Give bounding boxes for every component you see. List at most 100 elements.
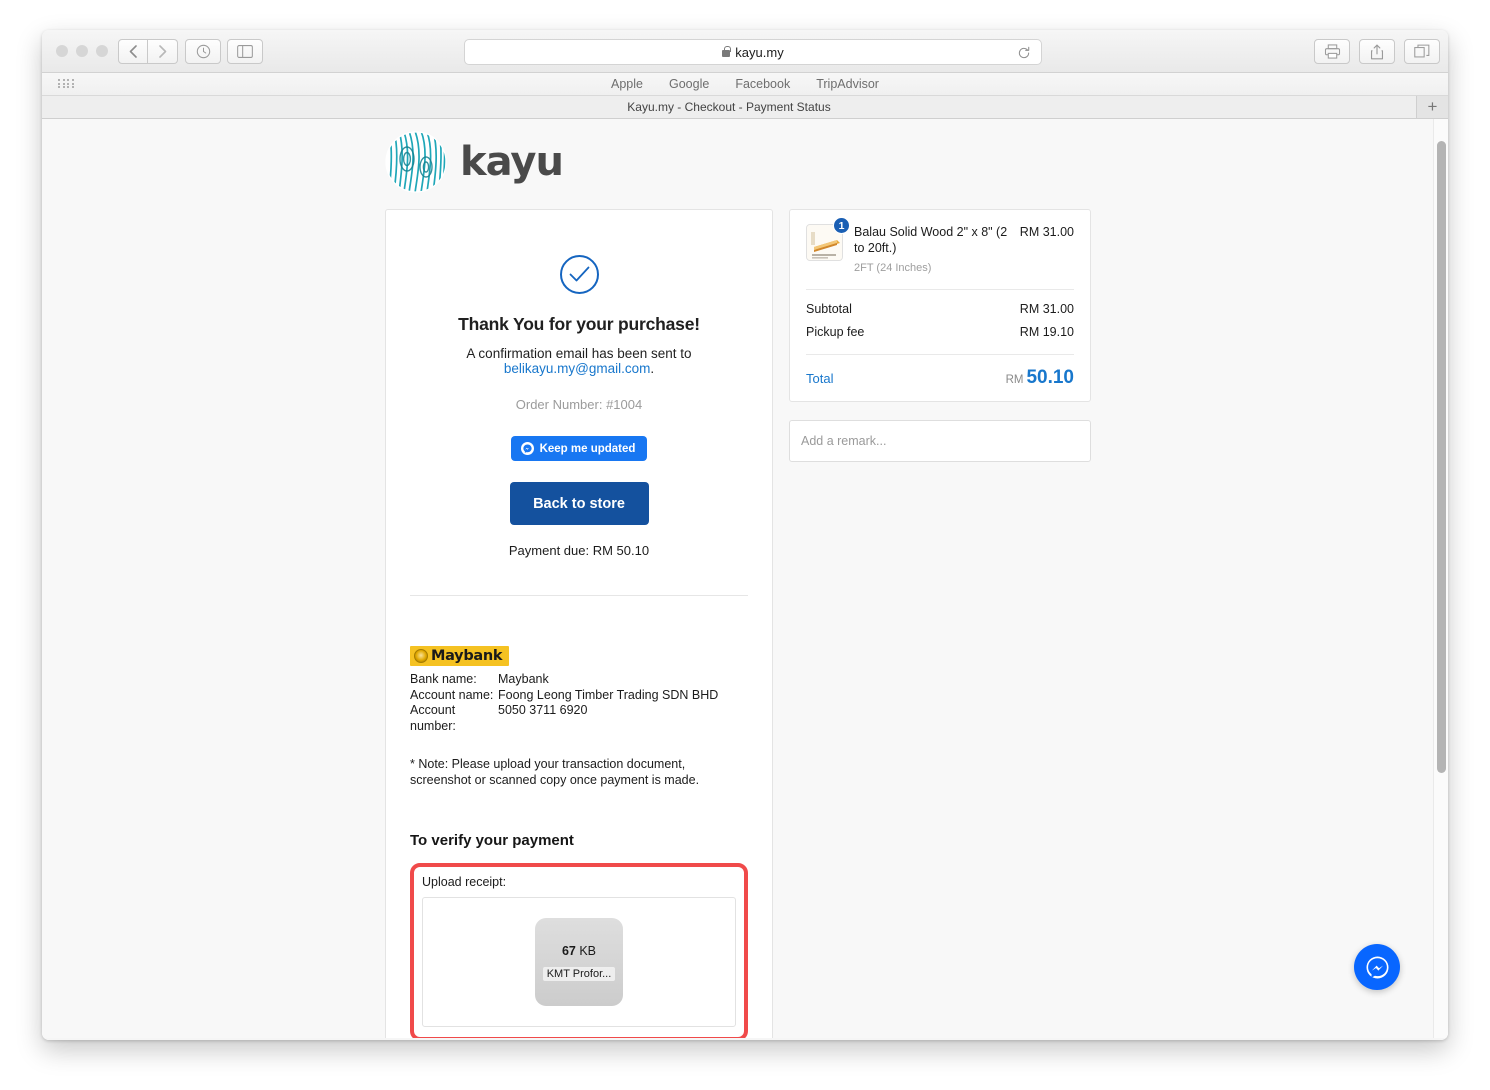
bank-row: Account number: 5050 3711 6920	[410, 703, 748, 734]
keep-me-updated-button[interactable]: Keep me updated	[510, 436, 648, 461]
page-scrollbar[interactable]	[1433, 119, 1448, 1038]
window-traffic-lights[interactable]	[56, 45, 108, 57]
maximize-window-button[interactable]	[96, 45, 108, 57]
keep-me-updated-label: Keep me updated	[539, 442, 636, 455]
payment-due-text: Payment due: RM 50.10	[508, 543, 650, 558]
bank-row-value: Foong Leong Timber Trading SDN BHD	[498, 687, 719, 702]
bank-row-key: Bank name:	[410, 672, 477, 686]
maybank-wordmark: Maybank	[431, 648, 503, 664]
site-logo-text: kayu	[460, 139, 564, 185]
summary-divider	[806, 289, 1074, 290]
back-to-store-button[interactable]: Back to store	[509, 482, 649, 525]
bookmark-tripadvisor[interactable]: TripAdvisor	[816, 77, 879, 91]
confirmation-suffix: .	[650, 361, 655, 376]
close-window-button[interactable]	[56, 45, 68, 57]
bank-details-block: Maybank Bank name: Maybank Account name:…	[410, 646, 748, 788]
summary-divider	[806, 354, 1074, 355]
bookmarks-bar: Apple Google Facebook TripAdvisor	[42, 73, 1448, 96]
page-viewport: kayu Thank You for your purchase! A conf…	[42, 119, 1448, 1038]
minimize-window-button[interactable]	[76, 45, 88, 57]
new-tab-button[interactable]: +	[1417, 96, 1448, 118]
tab-bar: Kayu.my - Checkout - Payment Status +	[42, 96, 1448, 119]
sidebar-icon[interactable]	[227, 39, 263, 64]
maybank-tiger-emblem-icon	[414, 649, 428, 663]
product-thumbnail-wrap: 1	[806, 217, 850, 261]
total-label: Total	[806, 371, 834, 386]
file-size-unit: KB	[575, 943, 597, 958]
file-size-number: 67	[561, 943, 576, 958]
uploaded-file-size: 67 KB	[562, 944, 596, 958]
page-scrollbar-thumb[interactable]	[1437, 141, 1446, 773]
address-bar-url: kayu.my	[735, 44, 784, 60]
apps-grid-icon[interactable]	[58, 79, 75, 88]
page-title: Thank You for your purchase!	[458, 314, 700, 334]
bank-row: Account name: Foong Leong Timber Trading…	[410, 688, 748, 704]
bookmark-apple[interactable]: Apple	[611, 77, 643, 91]
reload-icon[interactable]	[1015, 44, 1033, 62]
site-logo[interactable]: kayu	[385, 131, 564, 193]
messenger-chat-button[interactable]	[1354, 944, 1400, 990]
back-button[interactable]	[118, 39, 148, 64]
tabs-icon[interactable]	[1404, 39, 1440, 64]
verify-section-title: To verify your payment	[410, 832, 574, 849]
uploaded-file-name: KMT Profor...	[542, 966, 616, 981]
upload-receipt-highlight: Upload receipt: 67 KB KMT Profor...	[410, 863, 748, 1038]
summary-row-pickup-fee: Pickup fee RM 19.10	[806, 325, 1074, 339]
summary-row-label: Subtotal	[806, 302, 852, 316]
bank-row-value: Maybank	[498, 672, 549, 686]
messenger-icon	[520, 442, 534, 455]
new-tab-label: +	[1427, 97, 1438, 116]
window-bottom-strip	[42, 1038, 1448, 1040]
upload-dropzone[interactable]: 67 KB KMT Profor...	[422, 897, 736, 1027]
summary-row-subtotal: Subtotal RM 31.00	[806, 302, 1074, 316]
checkout-card: Thank You for your purchase! A confirmat…	[385, 209, 773, 1038]
tab-checkout-payment-status[interactable]: Kayu.my - Checkout - Payment Status	[42, 96, 1417, 118]
browser-window: kayu.my Apple Google Facebook TripAdviso…	[42, 30, 1448, 1040]
total-amount: 50.10	[1026, 367, 1074, 388]
forward-button[interactable]	[148, 39, 178, 64]
order-item-details: Balau Solid Wood 2" x 8" (2 to 20ft.) 2F…	[854, 224, 1009, 274]
bank-row-value: 5050 3711 6920	[498, 703, 588, 717]
address-bar[interactable]: kayu.my	[464, 39, 1042, 65]
browser-toolbar: kayu.my	[42, 30, 1448, 73]
order-item-price: RM 31.00	[1019, 225, 1074, 239]
navigation-buttons[interactable]	[118, 39, 178, 64]
order-summary-panel: 1 Balau Solid Wood 2" x 8" (2 to 20ft.) …	[789, 209, 1091, 402]
upload-note: * Note: Please upload your transaction d…	[410, 757, 700, 787]
confirmation-prefix: A confirmation email has been sent to	[466, 346, 692, 361]
uploaded-file-thumbnail[interactable]: 67 KB KMT Profor...	[535, 918, 623, 1006]
summary-row-label: Pickup fee	[806, 325, 865, 339]
share-icon[interactable]	[1359, 39, 1395, 64]
address-bar-content: kayu.my	[722, 44, 784, 60]
bank-row-key: Account number:	[410, 703, 456, 733]
kayu-wood-grain-logo-icon	[385, 131, 447, 193]
order-line-item: 1 Balau Solid Wood 2" x 8" (2 to 20ft.) …	[806, 217, 1074, 274]
bank-row: Bank name: Maybank	[410, 672, 748, 688]
total-value: RM 50.10	[1006, 367, 1074, 389]
bank-row-key: Account name:	[410, 687, 494, 702]
check-circle-icon	[559, 255, 599, 294]
summary-row-value: RM 19.10	[1019, 325, 1074, 339]
lock-icon	[722, 46, 731, 57]
remark-input[interactable]	[789, 420, 1091, 462]
section-divider	[410, 595, 748, 596]
clock-icon[interactable]	[185, 39, 221, 64]
quantity-badge: 1	[833, 217, 850, 234]
summary-row-total: Total RM 50.10	[806, 367, 1074, 389]
order-item-title: Balau Solid Wood 2" x 8" (2 to 20ft.)	[854, 225, 1008, 255]
printer-icon[interactable]	[1314, 39, 1350, 64]
messenger-icon	[1366, 956, 1388, 978]
maybank-logo: Maybank	[410, 646, 510, 666]
order-item-variant: 2FT (24 Inches)	[854, 262, 932, 274]
bank-detail-rows: Bank name: Maybank Account name: Foong L…	[410, 672, 748, 734]
bookmark-facebook[interactable]: Facebook	[735, 77, 790, 91]
summary-row-value: RM 31.00	[1019, 302, 1074, 316]
confirmation-message: A confirmation email has been sent to be…	[410, 346, 748, 376]
back-to-store-label: Back to store	[533, 495, 625, 512]
total-currency: RM	[1005, 374, 1024, 386]
upload-receipt-label: Upload receipt:	[422, 875, 507, 889]
order-number: Order Number: #1004	[515, 397, 643, 412]
tab-label: Kayu.my - Checkout - Payment Status	[627, 100, 831, 114]
bookmark-google[interactable]: Google	[669, 77, 709, 91]
confirmation-email-link[interactable]: belikayu.my@gmail.com	[504, 361, 651, 376]
